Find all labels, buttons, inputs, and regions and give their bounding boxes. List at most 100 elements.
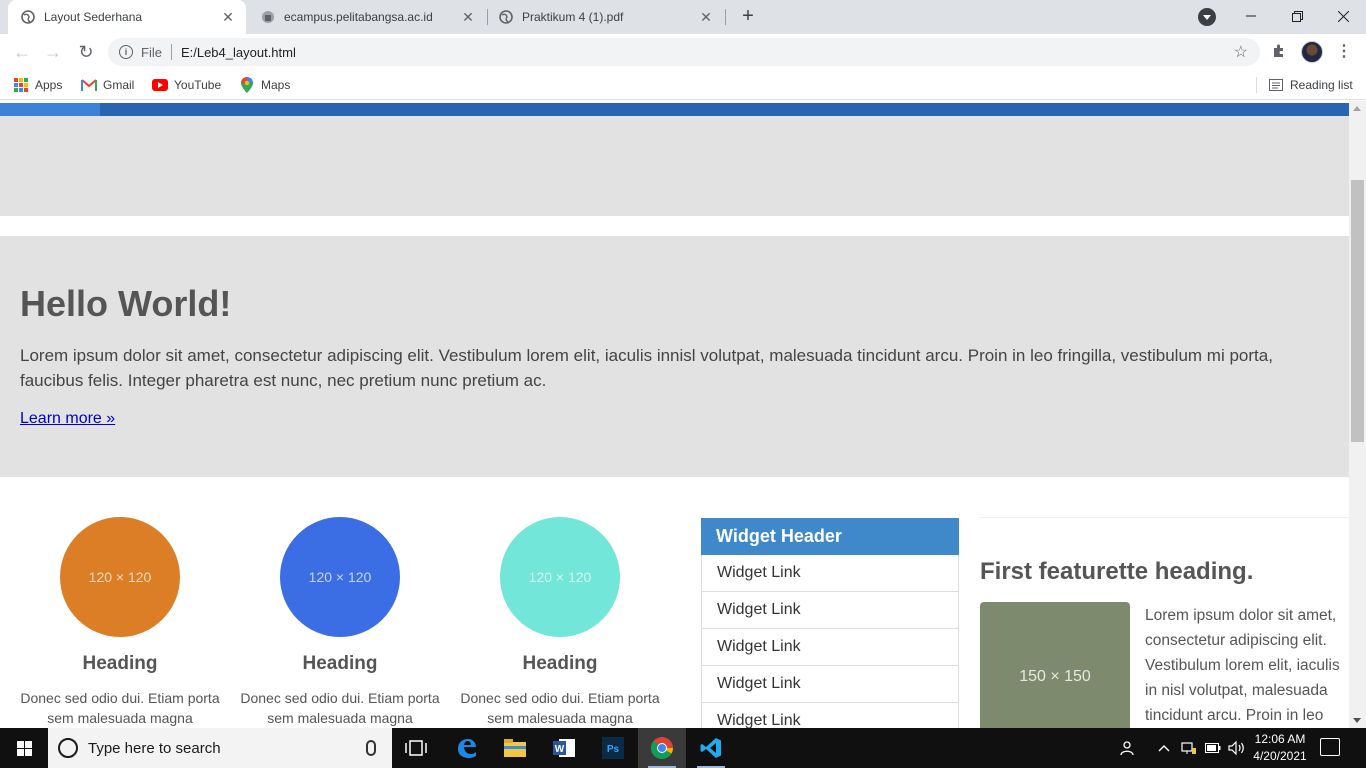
ecampus-favicon-icon: [260, 9, 276, 25]
people-icon[interactable]: [1120, 728, 1136, 768]
page-scrollbar[interactable]: [1349, 101, 1366, 728]
widget-link[interactable]: Widget Link: [701, 592, 959, 629]
feature-column: 120 × 120 Heading Donec sed odio dui. Et…: [240, 517, 440, 728]
tab-title: ecampus.pelitabangsa.ac.id: [284, 10, 433, 24]
bookmark-star-icon[interactable]: ☆: [1234, 42, 1248, 62]
svg-text:W: W: [555, 744, 565, 755]
navbar-active-item[interactable]: [0, 103, 100, 116]
start-button[interactable]: [0, 728, 48, 768]
vscode-icon[interactable]: [687, 728, 735, 768]
apps-grid-icon: [13, 77, 29, 93]
feature-heading: Heading: [522, 653, 598, 674]
bookmark-label: YouTube: [174, 78, 222, 92]
bookmark-label: Apps: [35, 78, 63, 92]
jumbotron-heading: Hello World!: [20, 283, 232, 324]
show-hidden-icons-chevron-up-icon[interactable]: [1158, 728, 1170, 768]
widget-link[interactable]: Widget Link: [701, 703, 959, 728]
browser-tab-strip: Layout Sederhana ✕ ecampus.pelitabangsa.…: [0, 0, 1366, 34]
taskbar-search-placeholder: Type here to search: [88, 739, 221, 757]
feature-text: Donec sed odio dui. Etiam porta sem male…: [460, 690, 660, 726]
close-tab-icon[interactable]: ✕: [698, 9, 714, 25]
reload-icon[interactable]: ↻: [74, 40, 98, 64]
address-bar[interactable]: i File E:/Leb4_layout.html ☆: [108, 38, 1260, 66]
scroll-down-arrow-icon[interactable]: [1353, 718, 1361, 723]
tab-title: Layout Sederhana: [44, 10, 143, 24]
system-clock[interactable]: 12:06 AM 4/20/2021: [1252, 731, 1308, 765]
battery-icon[interactable]: [1205, 728, 1221, 768]
widget-link[interactable]: Widget Link: [701, 555, 959, 592]
task-view-icon[interactable]: [392, 728, 440, 768]
new-tab-button[interactable]: +: [736, 5, 760, 29]
bookmark-youtube[interactable]: YouTube: [152, 76, 221, 94]
jumbotron: Hello World! Lorem ipsum dolor sit amet,…: [0, 236, 1349, 477]
menu-dots-icon[interactable]: ⋮: [1336, 43, 1352, 61]
featurette-heading: First featurette heading.: [980, 558, 1254, 585]
globe-icon: [498, 9, 514, 25]
feature-text: Donec sed odio dui. Etiam porta sem male…: [20, 690, 220, 726]
browser-toolbar: ← → ↻ i File E:/Leb4_layout.html ☆ ⋮: [0, 34, 1366, 70]
info-icon[interactable]: i: [119, 45, 133, 59]
bookmark-gmail[interactable]: Gmail: [81, 76, 134, 94]
extensions-puzzle-icon[interactable]: [1270, 43, 1288, 61]
close-window-button[interactable]: [1320, 0, 1366, 32]
network-icon[interactable]: [1181, 728, 1197, 768]
windows-taskbar: Type here to search W Ps 12:06 AM 4/20/2…: [0, 728, 1366, 768]
bookmarks-bar: Apps Gmail YouTube Maps Reading list: [0, 70, 1366, 100]
feature-column: 120 × 120 Heading Donec sed odio dui. Et…: [460, 517, 660, 728]
scroll-thumb[interactable]: [1351, 180, 1364, 442]
featurette-divider: [980, 517, 1349, 518]
youtube-icon: [152, 77, 168, 93]
file-explorer-icon[interactable]: [491, 728, 539, 768]
url-text[interactable]: E:/Leb4_layout.html: [181, 45, 1234, 60]
tab-ecampus[interactable]: ecampus.pelitabangsa.ac.id ✕: [248, 0, 486, 34]
file-scheme-label: File: [141, 44, 162, 60]
clock-date: 4/20/2021: [1253, 749, 1307, 763]
bookmark-apps[interactable]: Apps: [13, 76, 62, 94]
widget-link[interactable]: Widget Link: [701, 666, 959, 703]
bookmark-label: Maps: [261, 78, 291, 92]
omnibox-divider: [170, 44, 172, 60]
featurette: First featurette heading. 150 × 150 Lore…: [980, 517, 1349, 728]
widget-header: Widget Header: [701, 518, 959, 555]
widget-link[interactable]: Widget Link: [701, 629, 959, 666]
svg-text:Ps: Ps: [607, 744, 620, 755]
reading-list-label: Reading list: [1290, 78, 1353, 92]
reading-list-button[interactable]: Reading list: [1268, 76, 1353, 94]
site-navbar: [0, 103, 1349, 116]
gmail-icon: [81, 77, 97, 93]
tab-separator: [725, 9, 726, 25]
page-viewport: Hello World! Lorem ipsum dolor sit amet,…: [0, 101, 1349, 728]
volume-icon[interactable]: [1228, 728, 1246, 768]
tab-search-icon[interactable]: [1198, 8, 1216, 26]
microphone-icon[interactable]: [366, 740, 376, 756]
close-tab-icon[interactable]: ✕: [220, 9, 236, 25]
featurette-image: 150 × 150: [980, 602, 1130, 728]
minimize-button[interactable]: [1228, 0, 1274, 32]
learn-more-link[interactable]: Learn more »: [20, 410, 115, 428]
feature-circle-image: 120 × 120: [280, 517, 400, 637]
globe-icon: [20, 9, 36, 25]
cortana-icon: [58, 738, 78, 758]
word-icon[interactable]: W: [540, 728, 588, 768]
restore-button[interactable]: [1274, 0, 1320, 32]
profile-avatar[interactable]: [1301, 41, 1323, 63]
tab-praktikum-pdf[interactable]: Praktikum 4 (1).pdf ✕: [486, 0, 724, 34]
bookmark-maps[interactable]: Maps: [239, 76, 290, 94]
chrome-icon[interactable]: [638, 728, 686, 768]
feature-heading: Heading: [82, 653, 158, 674]
feature-heading: Heading: [302, 653, 378, 674]
bookmarks-divider: [1256, 77, 1257, 93]
edge-browser-icon[interactable]: [443, 728, 491, 768]
forward-arrow-icon[interactable]: →: [41, 40, 65, 64]
taskbar-search-box[interactable]: Type here to search: [48, 728, 392, 768]
tab-layout-sederhana[interactable]: Layout Sederhana ✕: [8, 0, 246, 34]
scroll-up-arrow-icon[interactable]: [1353, 106, 1361, 111]
photoshop-icon[interactable]: Ps: [589, 728, 637, 768]
maps-icon: [239, 77, 255, 93]
windows-logo-icon: [16, 740, 32, 756]
close-tab-icon[interactable]: ✕: [460, 9, 476, 25]
tab-title: Praktikum 4 (1).pdf: [522, 10, 624, 24]
action-center-icon[interactable]: [1320, 738, 1340, 756]
back-arrow-icon[interactable]: ←: [10, 40, 34, 64]
jumbotron-text: Lorem ipsum dolor sit amet, consectetur …: [20, 346, 1273, 390]
